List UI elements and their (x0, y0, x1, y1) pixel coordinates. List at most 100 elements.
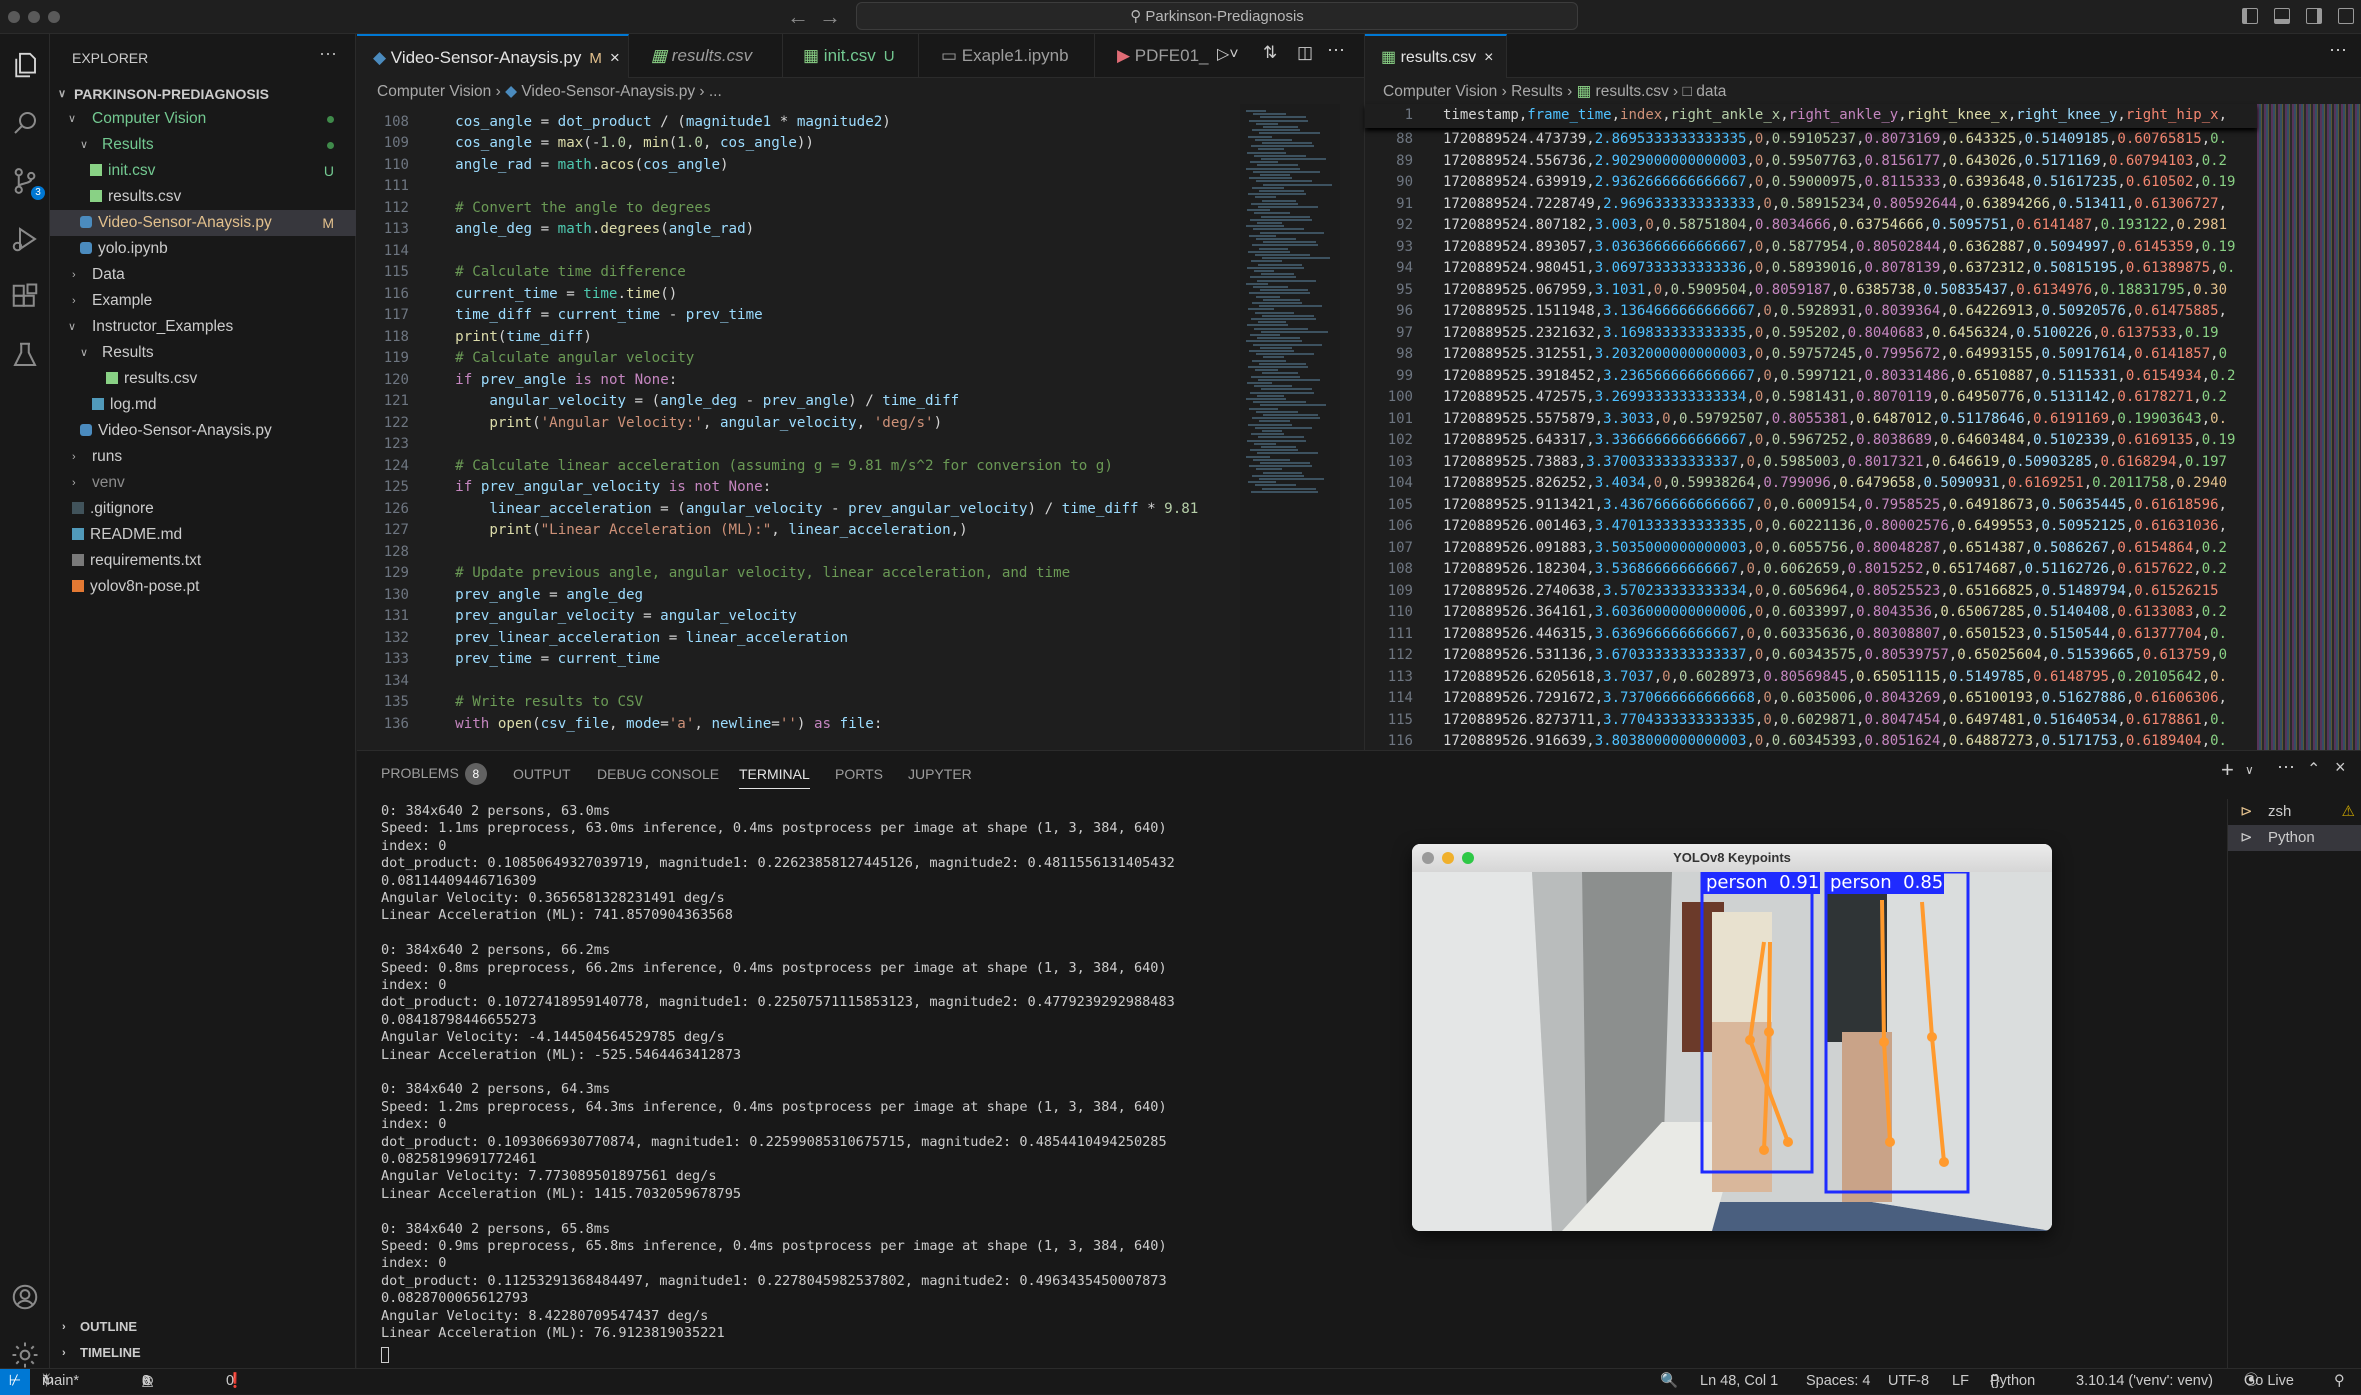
more-actions-icon[interactable]: ⋯ (2329, 40, 2347, 61)
workspace-root[interactable]: ∨ PARKINSON-PREDIAGNOSIS (50, 81, 356, 107)
more-actions-icon[interactable]: ⋯ (1327, 40, 1345, 61)
tab-exaple1-ipynb[interactable]: ▭ Exaple1.ipynb (919, 34, 1095, 78)
yolo-maximize-button[interactable] (1462, 852, 1474, 864)
csv-line-number: 108 (1387, 561, 1413, 577)
code-line: # Update previous angle, angular velocit… (455, 565, 1071, 581)
toggle-secondary-sidebar-icon[interactable] (2306, 8, 2322, 24)
terminal-item-python[interactable]: ⊳ Python (2228, 825, 2361, 851)
csv-breadcrumb[interactable]: Computer Vision › Results › ▦ results.cs… (1383, 82, 1726, 101)
tree-file-video-sensor-py[interactable]: Video-Sensor-Anaysis.py M (50, 210, 356, 236)
csv-line-number: 96 (1396, 303, 1413, 319)
tab-debug-console[interactable]: DEBUG CONSOLE (597, 766, 719, 782)
yolo-minimize-button[interactable] (1442, 852, 1454, 864)
terminal-icon: ⊳ (2240, 829, 2253, 846)
close-window-button[interactable] (8, 11, 20, 23)
indentation[interactable]: Spaces: 4 (1806, 1369, 1871, 1394)
timeline-section[interactable]: › TIMELINE (50, 1340, 356, 1366)
tree-file-instructor-py[interactable]: Video-Sensor-Anaysis.py (50, 418, 356, 444)
tree-folder-data[interactable]: › Data (50, 262, 356, 288)
tree-folder-example[interactable]: › Example (50, 288, 356, 314)
code-editor[interactable]: 107 continue 108 cos_angle = dot_product … (357, 104, 1237, 750)
tree-folder-instructor-examples[interactable]: ∨ Instructor_Examples (50, 314, 356, 340)
editor-breadcrumb[interactable]: Computer Vision › ◆ Video-Sensor-Anaysis… (377, 82, 722, 101)
customize-layout-icon[interactable] (2338, 8, 2354, 24)
csv-row: 1720889526.001463,3.4701333333333335,0,0… (1443, 518, 2227, 534)
csv-line-number: 93 (1396, 238, 1413, 255)
tab-terminal[interactable]: TERMINAL (739, 766, 810, 789)
encoding[interactable]: UTF-8 (1888, 1369, 1929, 1394)
csv-row: 1720889525.472575,3.2699333333333334,0,0… (1443, 389, 2227, 405)
tree-file-gitignore[interactable]: .gitignore (50, 496, 356, 522)
tree-folder-venv[interactable]: › venv (50, 470, 356, 496)
compare-changes-icon[interactable]: ⇅ (1263, 43, 1277, 63)
testing-icon[interactable] (6, 336, 44, 374)
person-label-2: person 0.85 (1830, 872, 1944, 893)
close-icon[interactable]: × (610, 48, 620, 67)
cursor-position[interactable]: Ln 48, Col 1 (1700, 1369, 1778, 1394)
more-actions-icon[interactable]: ⋯ (2277, 757, 2295, 778)
python-interpreter[interactable]: 3.10.14 ('venv': venv) (2076, 1369, 2213, 1394)
tab-jupyter[interactable]: JUPYTER (908, 766, 972, 782)
tree-file-results-csv[interactable]: results.csv (50, 184, 356, 210)
tab-output[interactable]: OUTPUT (513, 766, 571, 782)
tab-video-sensor-py[interactable]: ◆ Video-Sensor-Anaysis.py M × (357, 34, 629, 78)
maximize-window-button[interactable] (48, 11, 60, 23)
toggle-panel-icon[interactable] (2274, 8, 2290, 24)
tree-file-instructor-results-csv[interactable]: results.csv (50, 366, 356, 392)
line-number: 117 (383, 307, 409, 323)
tab-init-csv[interactable]: ▦ init.csv U (783, 34, 919, 78)
tab-pdfe01[interactable]: ▶ PDFE01_ (1095, 34, 1235, 78)
tree-folder-computer-vision[interactable]: ∨ Computer Vision (50, 106, 356, 132)
csv-editor[interactable]: 88 1720889524.473739,2.8695333333333335,0… (1365, 104, 2257, 750)
csv-row: 1720889525.643317,3.3366666666666667,0,0… (1443, 432, 2236, 448)
new-terminal-icon[interactable]: + (2221, 757, 2234, 783)
tree-folder-results[interactable]: ∨ Results (50, 132, 356, 158)
tree-file-requirements[interactable]: requirements.txt (50, 548, 356, 574)
chevron-right-icon: › (72, 295, 76, 307)
notebook-file-icon (80, 242, 92, 254)
explorer-icon[interactable] (6, 46, 44, 84)
editor-minimap[interactable] (1240, 104, 1340, 750)
tree-file-yolov8n-pose[interactable]: yolov8n-pose.pt (50, 574, 356, 600)
command-center-search[interactable]: ⚲ Parkinson-Prediagnosis (856, 2, 1578, 30)
chevron-down-icon[interactable]: ∨ (2245, 763, 2254, 777)
tree-file-log-md[interactable]: log.md (50, 392, 356, 418)
outline-section[interactable]: › OUTLINE (50, 1314, 356, 1340)
tree-file-init-csv[interactable]: init.csv U (50, 158, 356, 184)
terminal-line: Speed: 1.2ms preprocess, 64.3ms inferenc… (381, 1098, 1167, 1115)
yolo-keypoints-window[interactable]: YOLOv8 Keypoints person 0.91 person 0.85 (1412, 844, 2052, 1231)
run-python-icon[interactable]: ▷˅ (1217, 44, 1239, 64)
tab-ports[interactable]: PORTS (835, 766, 883, 782)
yolo-window-titlebar[interactable]: YOLOv8 Keypoints (1412, 844, 2052, 872)
tree-folder-runs[interactable]: › runs (50, 444, 356, 470)
tree-folder-instructor-results[interactable]: ∨ Results (50, 340, 356, 366)
tab-results-csv[interactable]: ▦ results.csv (629, 34, 783, 78)
toggle-sidebar-icon[interactable] (2242, 8, 2258, 24)
problems-badge: 8 (464, 763, 487, 785)
zoom-icon[interactable]: 🔍 (1660, 1369, 1678, 1394)
file-icon: □ (1682, 83, 1692, 100)
more-actions-icon[interactable]: ⋯ (319, 44, 337, 65)
notifications-bell-icon[interactable]: ⚲ (2334, 1369, 2345, 1394)
search-icon[interactable] (6, 104, 44, 142)
tab-results-csv-2[interactable]: ▦ results.csv × (1365, 34, 1507, 78)
close-panel-icon[interactable]: × (2335, 757, 2346, 778)
terminal-item-zsh[interactable]: ⊳ zsh ⚠ (2228, 799, 2361, 825)
tree-file-yolo-ipynb[interactable]: yolo.ipynb (50, 236, 356, 262)
extensions-icon[interactable] (6, 278, 44, 316)
minimize-window-button[interactable] (28, 11, 40, 23)
source-control-icon[interactable]: 3 (6, 162, 45, 200)
run-debug-icon[interactable] (6, 220, 44, 258)
account-icon[interactable] (6, 1278, 44, 1316)
tree-file-readme[interactable]: README.md (50, 522, 356, 548)
yolo-close-button[interactable] (1422, 852, 1434, 864)
back-arrow-icon[interactable]: ← (787, 4, 809, 30)
maximize-panel-icon[interactable]: ⌃ (2307, 759, 2320, 779)
forward-arrow-icon[interactable]: → (819, 4, 841, 30)
close-icon[interactable]: × (1484, 49, 1493, 66)
remote-indicator-icon[interactable]: ⊬ (0, 1369, 30, 1395)
tab-problems[interactable]: PROBLEMS 8 (381, 763, 487, 785)
split-editor-icon[interactable]: ◫ (1297, 43, 1313, 63)
line-ending[interactable]: LF (1952, 1369, 1969, 1394)
csv-minimap[interactable] (2257, 104, 2361, 750)
